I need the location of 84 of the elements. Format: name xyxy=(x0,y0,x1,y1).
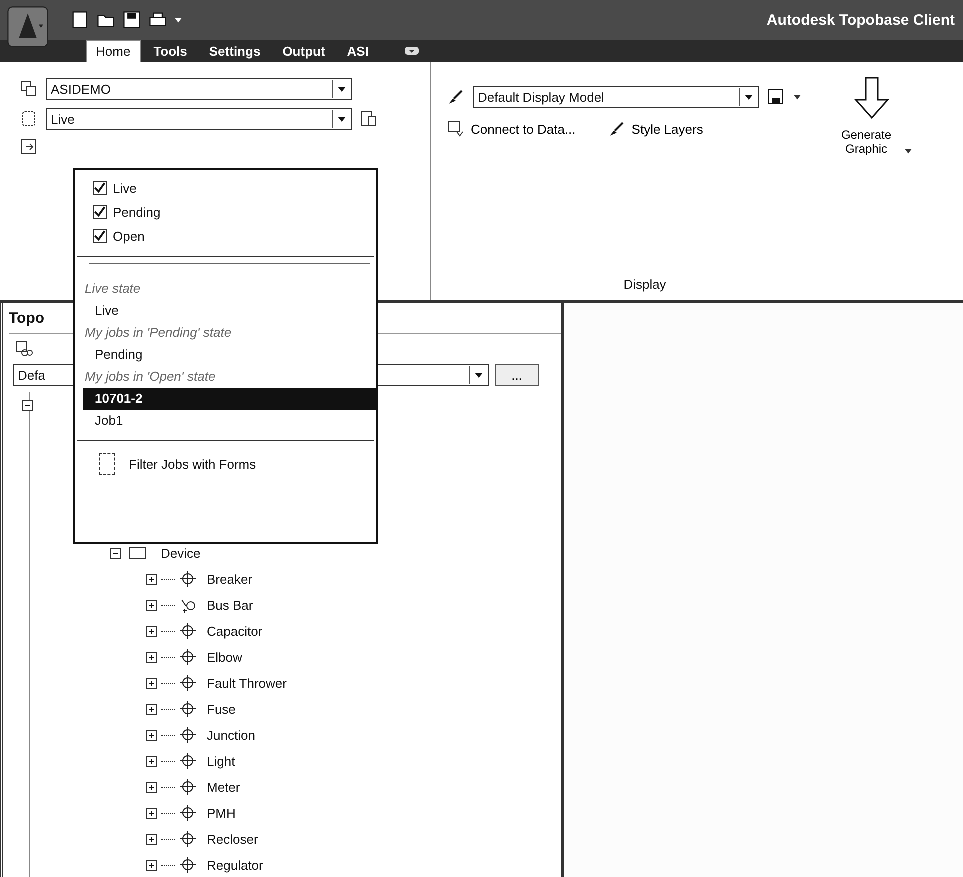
minimize-ribbon-icon[interactable] xyxy=(404,46,420,56)
group-header: My jobs in 'Pending' state xyxy=(84,324,232,342)
tree-item[interactable]: Breaker xyxy=(207,572,253,586)
tree-item[interactable]: Device xyxy=(161,546,201,560)
job-option[interactable]: Live xyxy=(83,300,376,322)
crosshair-icon xyxy=(179,726,197,744)
new-file-icon[interactable] xyxy=(70,10,90,30)
generate-graphic-button[interactable]: Generate Graphic xyxy=(832,76,912,277)
job-option[interactable]: Pending xyxy=(83,344,376,366)
style-layers-button[interactable]: Style Layers xyxy=(608,120,704,138)
check-icon xyxy=(94,206,106,218)
brush-icon xyxy=(447,88,465,106)
crosshair-icon xyxy=(179,622,197,640)
expand-icon[interactable] xyxy=(146,652,157,662)
connect-to-data-button[interactable]: Connect to Data... xyxy=(447,120,576,138)
tree-item[interactable]: Meter xyxy=(207,780,240,794)
expand-icon[interactable] xyxy=(146,860,157,870)
expand-icon[interactable] xyxy=(146,600,157,610)
expand-icon[interactable] xyxy=(146,834,157,844)
display-model-select[interactable]: Default Display Model xyxy=(473,86,759,108)
state-filter-checkbox[interactable]: Live xyxy=(75,176,376,200)
window-title: Autodesk Topobase Client xyxy=(766,12,955,28)
tree-item[interactable]: Bus Bar xyxy=(207,598,254,612)
state-filter-checkbox[interactable]: Open xyxy=(75,224,376,248)
ribbon-tab[interactable]: Settings xyxy=(200,41,270,62)
collapse-icon[interactable] xyxy=(22,400,33,410)
job-option[interactable]: 10701-2 xyxy=(83,388,376,410)
expand-icon[interactable] xyxy=(146,730,157,740)
ribbon-tab[interactable]: Output xyxy=(274,41,334,62)
group-header: My jobs in 'Open' state xyxy=(84,368,216,386)
crosshair-icon xyxy=(179,648,197,666)
workspace-icon xyxy=(20,80,38,98)
workspace-select[interactable]: ASIDEMO xyxy=(46,78,352,100)
brush-icon xyxy=(608,120,626,138)
tree-item[interactable]: PMH xyxy=(207,806,236,820)
tree-item[interactable]: Capacitor xyxy=(207,624,263,638)
expand-icon[interactable] xyxy=(146,808,157,818)
job-icon xyxy=(20,110,38,128)
caret-icon[interactable] xyxy=(174,16,183,24)
panel-title: Topo xyxy=(9,310,45,326)
caret-icon[interactable] xyxy=(904,147,912,156)
binoculars-icon[interactable] xyxy=(15,340,33,358)
job-form-icon[interactable] xyxy=(360,110,378,128)
tree-item[interactable]: Junction xyxy=(207,728,256,742)
connect-icon xyxy=(447,120,465,138)
tree-item[interactable]: Light xyxy=(207,754,236,768)
insert-icon[interactable] xyxy=(20,138,38,156)
crosshair-icon xyxy=(179,700,197,718)
crosshair-icon xyxy=(179,778,197,796)
expand-icon[interactable] xyxy=(146,782,157,792)
ribbon-tab[interactable]: Home xyxy=(86,40,141,62)
crosshair-icon xyxy=(179,674,197,692)
crosshair-icon xyxy=(179,752,197,770)
tree-item[interactable]: Fault Thrower xyxy=(207,676,287,690)
crosshair-icon xyxy=(179,570,197,588)
check-icon xyxy=(94,182,106,194)
group-header: Live state xyxy=(84,280,141,298)
expand-icon[interactable] xyxy=(146,756,157,766)
arrow-down-icon xyxy=(852,76,892,120)
tree-item[interactable]: Elbow xyxy=(207,650,242,664)
expand-icon[interactable] xyxy=(146,704,157,714)
tree-item[interactable]: Regulator xyxy=(207,858,264,872)
crosshair-icon xyxy=(179,804,197,822)
job-state-select[interactable]: Live xyxy=(46,108,352,130)
tree-item[interactable]: Recloser xyxy=(207,832,258,846)
browse-button[interactable]: ... xyxy=(495,364,539,386)
caret-icon[interactable] xyxy=(793,92,802,102)
tree-item[interactable]: Fuse xyxy=(207,702,236,716)
check-icon xyxy=(94,230,106,242)
crosshair-icon xyxy=(179,830,197,848)
filter-forms-checkbox[interactable]: Filter Jobs with Forms xyxy=(75,447,376,481)
save-icon[interactable] xyxy=(122,10,142,30)
expand-icon[interactable] xyxy=(146,626,157,636)
collapse-icon[interactable] xyxy=(110,548,121,558)
ribbon-tab[interactable]: ASI xyxy=(338,41,378,62)
job-option[interactable]: Job1 xyxy=(83,410,376,432)
ribbon-tab[interactable]: Tools xyxy=(144,41,196,62)
expand-icon[interactable] xyxy=(146,574,157,584)
state-filter-checkbox[interactable]: Pending xyxy=(75,200,376,224)
panel-label: Display xyxy=(624,277,666,292)
app-menu-icon[interactable] xyxy=(6,5,50,49)
crosshair-icon xyxy=(179,856,197,874)
expand-icon[interactable] xyxy=(146,678,157,688)
save-icon[interactable] xyxy=(767,88,785,106)
